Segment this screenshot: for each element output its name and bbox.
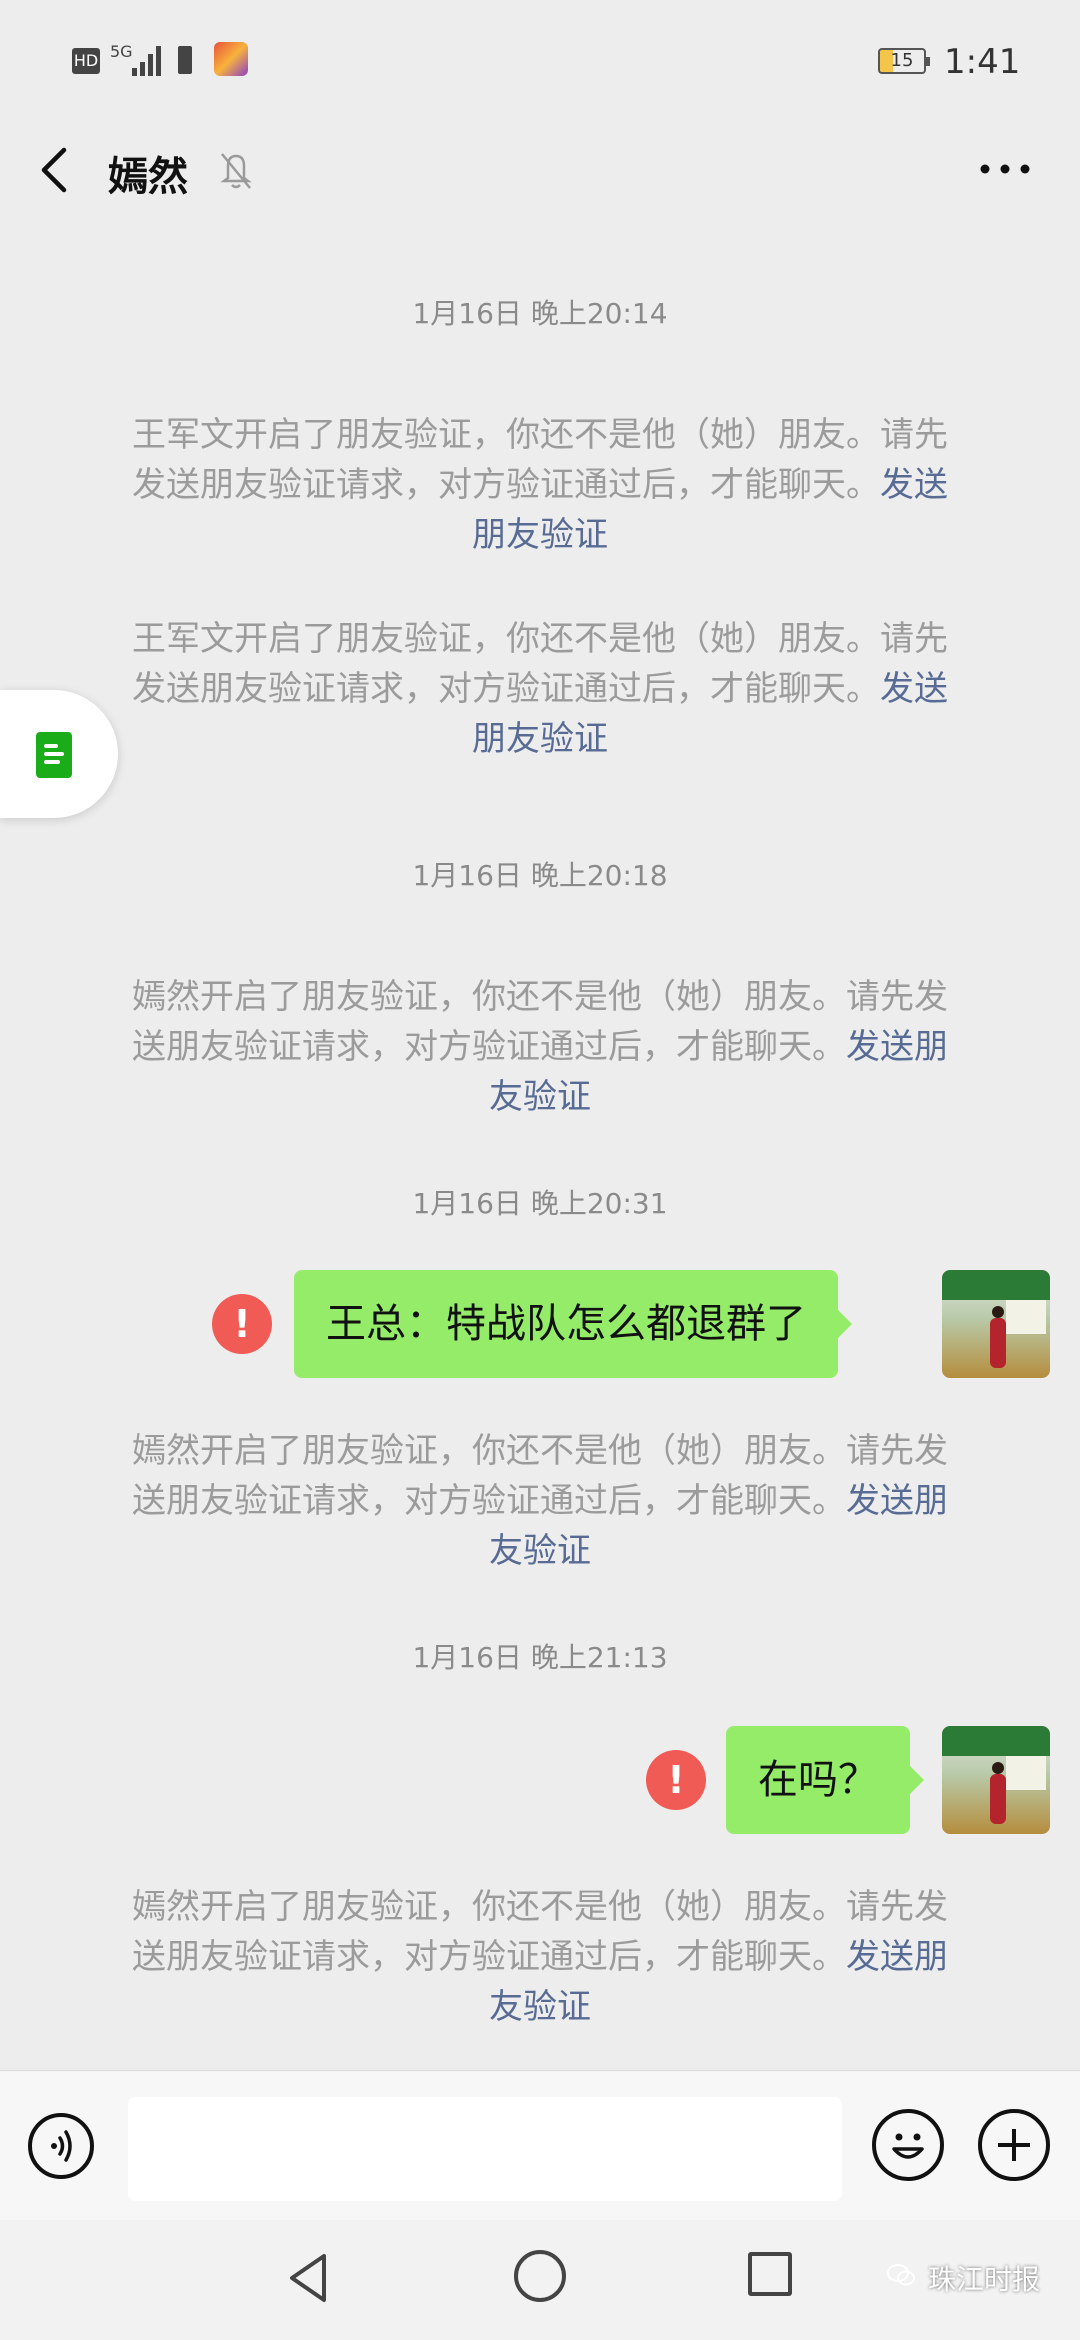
chat-title: 嫣然: [108, 154, 188, 200]
system-message-line: 嫣然开启了朋友验证，你还不是他（她）朋友。请先发: [132, 1887, 948, 1927]
add-friend-link[interactable]: 发送朋: [846, 1027, 948, 1067]
add-friend-link[interactable]: 朋友验证: [472, 515, 608, 555]
chat-header: 嫣然: [0, 120, 1080, 220]
wechat-icon: [887, 2264, 915, 2286]
system-message-line: 送朋友验证请求，对方验证通过后，才能聊天。发送朋: [132, 1481, 948, 1521]
system-message: 嫣然开启了朋友验证，你还不是他（她）朋友。请先发 送朋友验证请求，对方验证通过后…: [90, 972, 990, 1122]
plus-icon[interactable]: [978, 2109, 1050, 2181]
system-message: 王军文开启了朋友验证，你还不是他（她）朋友。请先 发送朋友验证请求，对方验证通过…: [90, 410, 990, 560]
avatar[interactable]: [942, 1270, 1050, 1378]
system-nav-bar: 珠江时报: [0, 2220, 1080, 2340]
status-bar: HD 5G 15 1:41: [0, 0, 1080, 120]
message-input[interactable]: [128, 2097, 842, 2201]
add-friend-link[interactable]: 发送: [880, 465, 948, 505]
app-notification-icon: [214, 42, 248, 76]
timestamp: 1月16日 晚上20:18: [412, 859, 668, 892]
send-failed-icon[interactable]: !: [646, 1750, 706, 1810]
system-message-line: 送朋友验证请求，对方验证通过后，才能聊天。发送朋: [132, 1937, 948, 1977]
clock: 1:41: [944, 42, 1021, 82]
system-message-line: 嫣然开启了朋友验证，你还不是他（她）朋友。请先发: [132, 977, 948, 1017]
timestamp: 1月16日 晚上20:31: [412, 1187, 668, 1220]
system-message: 王军文开启了朋友验证，你还不是他（她）朋友。请先 发送朋友验证请求，对方验证通过…: [90, 614, 990, 764]
add-friend-link[interactable]: 友验证: [489, 1077, 591, 1117]
system-message: 嫣然开启了朋友验证，你还不是他（她）朋友。请先发 送朋友验证请求，对方验证通过后…: [90, 1882, 990, 2032]
chevron-left-icon[interactable]: [30, 140, 80, 200]
nav-back-icon[interactable]: [284, 2250, 334, 2306]
system-message: 嫣然开启了朋友验证，你还不是他（她）朋友。请先发 送朋友验证请求，对方验证通过后…: [90, 1426, 990, 1576]
bell-off-icon: [220, 153, 252, 189]
floating-doc-button[interactable]: [0, 690, 118, 818]
add-friend-link[interactable]: 友验证: [489, 1531, 591, 1571]
system-message-line: 送朋友验证请求，对方验证通过后，才能聊天。发送朋: [132, 1027, 948, 1067]
message-bubble[interactable]: 王总：特战队怎么都退群了: [294, 1270, 852, 1378]
system-message-line: 王军文开启了朋友验证，你还不是他（她）朋友。请先: [132, 415, 948, 455]
timestamp: 1月16日 晚上20:14: [412, 297, 668, 330]
add-friend-link[interactable]: 朋友验证: [472, 719, 608, 759]
watermark-text: 珠江时报: [928, 2263, 1041, 2296]
send-failed-icon[interactable]: !: [212, 1294, 272, 1354]
sent-message: ! 王总：特战队怎么都退群了: [0, 1270, 1080, 1380]
battery-icon: 15: [878, 48, 930, 74]
sent-message: ! 在吗？: [0, 1726, 1080, 1836]
document-icon: [36, 732, 72, 778]
emoji-icon[interactable]: [872, 2109, 944, 2181]
voice-icon[interactable]: [28, 2113, 94, 2179]
system-message-line: 王军文开启了朋友验证，你还不是他（她）朋友。请先: [132, 619, 948, 659]
add-friend-link[interactable]: 发送朋: [846, 1481, 948, 1521]
more-dots-icon[interactable]: [970, 144, 1040, 194]
system-message-line: 嫣然开启了朋友验证，你还不是他（她）朋友。请先发: [132, 1431, 948, 1471]
hd-indicator: HD: [72, 48, 100, 74]
system-message-line: 发送朋友验证请求，对方验证通过后，才能聊天。发送: [132, 669, 948, 709]
add-friend-link[interactable]: 发送朋: [846, 1937, 948, 1977]
alert-icon: [178, 46, 192, 74]
input-bar: [0, 2070, 1080, 2221]
timestamp: 1月16日 晚上21:13: [412, 1641, 668, 1674]
signal-icon: [132, 46, 161, 76]
nav-home-icon[interactable]: [514, 2250, 566, 2302]
nav-recent-icon[interactable]: [748, 2252, 792, 2296]
system-message-line: 发送朋友验证请求，对方验证通过后，才能聊天。发送: [132, 465, 948, 505]
message-bubble[interactable]: 在吗？: [726, 1726, 924, 1834]
add-friend-link[interactable]: 发送: [880, 669, 948, 709]
avatar[interactable]: [942, 1726, 1050, 1834]
add-friend-link[interactable]: 友验证: [489, 1987, 591, 2027]
